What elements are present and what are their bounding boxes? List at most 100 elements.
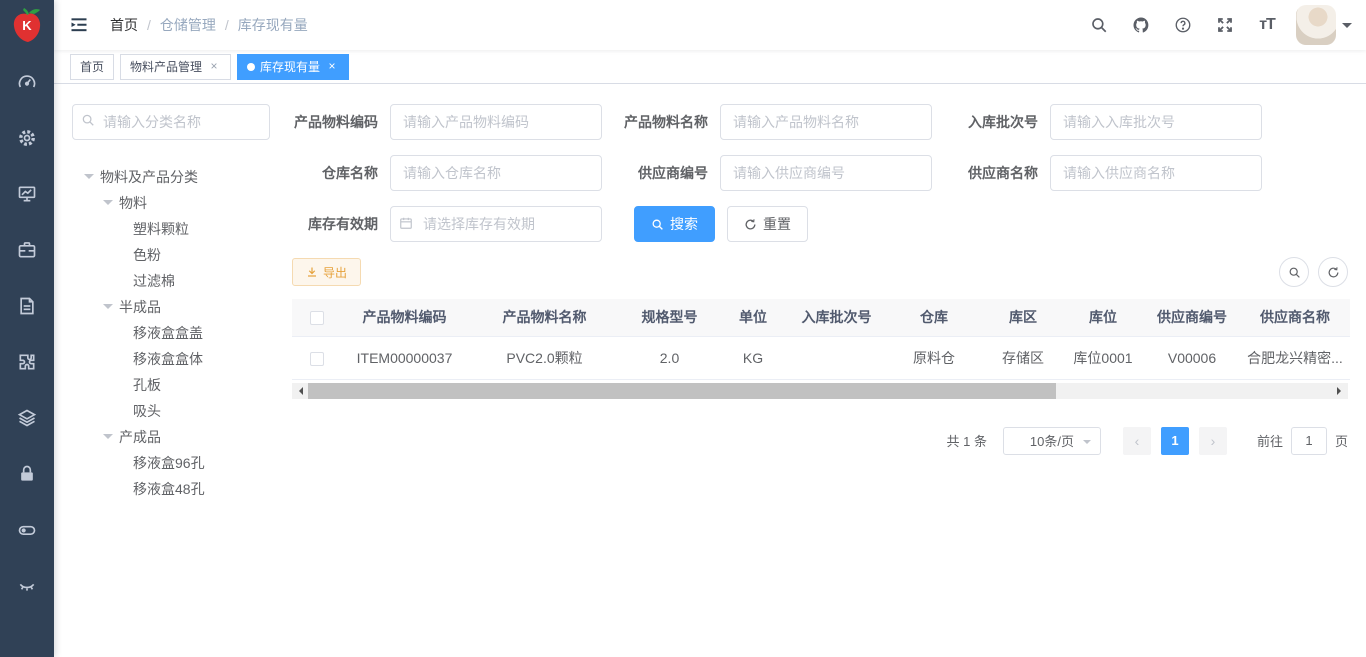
select-all-header bbox=[292, 299, 342, 336]
chevron-down-icon bbox=[1083, 440, 1091, 448]
sidebar-item-monitor[interactable] bbox=[0, 166, 54, 222]
breadcrumb-home[interactable]: 首页 bbox=[110, 15, 138, 35]
column-header: 供应商名称 bbox=[1240, 299, 1350, 336]
dashboard-gauge-icon bbox=[17, 72, 37, 92]
item-name-input[interactable] bbox=[720, 104, 932, 140]
column-header: 规格型号 bbox=[622, 299, 717, 336]
tree-node[interactable]: 移液盒48孔 bbox=[72, 476, 270, 502]
scrollbar-thumb[interactable] bbox=[308, 383, 1056, 399]
tree-node[interactable]: 半成品 bbox=[72, 294, 270, 320]
column-header: 供应商编号 bbox=[1144, 299, 1240, 336]
tab-inventory-onhand[interactable]: 库存现有量 × bbox=[237, 54, 349, 80]
export-button-label: 导出 bbox=[323, 264, 347, 281]
page-number-button[interactable]: 1 bbox=[1161, 427, 1189, 455]
search-button[interactable]: 搜索 bbox=[634, 206, 715, 242]
page-unit-label: 页 bbox=[1335, 431, 1348, 450]
page-size-value: 10条/页 bbox=[1030, 431, 1074, 450]
prev-page-button[interactable]: ‹ bbox=[1123, 427, 1151, 455]
github-link-button[interactable] bbox=[1124, 5, 1158, 45]
font-size-button[interactable]: тT bbox=[1250, 5, 1284, 45]
tree-node[interactable]: 孔板 bbox=[72, 372, 270, 398]
refresh-table-button[interactable] bbox=[1318, 257, 1348, 287]
navbar: 首页 / 仓储管理 / 库存现有量 bbox=[54, 0, 1366, 50]
tree-node-label: 吸头 bbox=[133, 401, 161, 421]
sidebar-item-security[interactable] bbox=[0, 446, 54, 502]
page-size-select[interactable]: 10条/页 bbox=[1003, 427, 1101, 455]
tree-node[interactable]: 物料 bbox=[72, 190, 270, 216]
tab-home[interactable]: 首页 bbox=[70, 54, 114, 80]
puzzle-icon bbox=[17, 352, 37, 372]
sidebar-item-dashboard[interactable] bbox=[0, 54, 54, 110]
goto-page-input[interactable] bbox=[1291, 427, 1327, 455]
warehouse-name-input[interactable] bbox=[390, 155, 602, 191]
row-checkbox[interactable] bbox=[310, 352, 324, 366]
category-search-input[interactable] bbox=[72, 104, 270, 140]
table-toolbar: 导出 bbox=[292, 257, 1348, 287]
expiry-date-input[interactable] bbox=[390, 206, 602, 242]
tree-node[interactable]: 产成品 bbox=[72, 424, 270, 450]
supplier-code-input[interactable] bbox=[720, 155, 932, 191]
sidebar-item-tools[interactable] bbox=[0, 222, 54, 278]
caret-down-icon[interactable] bbox=[84, 174, 94, 184]
close-icon[interactable]: × bbox=[207, 60, 221, 74]
close-icon[interactable]: × bbox=[325, 60, 339, 74]
search-button-label: 搜索 bbox=[670, 214, 698, 234]
sidebar-item-system[interactable] bbox=[0, 110, 54, 166]
caret-down-icon[interactable] bbox=[103, 304, 113, 314]
header-search-button[interactable] bbox=[1082, 5, 1116, 45]
caret-down-icon[interactable] bbox=[103, 200, 113, 210]
field-label: 入库批次号 bbox=[952, 112, 1050, 132]
horizontal-scrollbar[interactable] bbox=[292, 383, 1348, 399]
next-page-button[interactable]: › bbox=[1199, 427, 1227, 455]
strawberry-logo-icon: K bbox=[9, 6, 45, 44]
sidebar-item-layers[interactable] bbox=[0, 390, 54, 446]
supplier-name-input[interactable] bbox=[1050, 155, 1262, 191]
item-code-input[interactable] bbox=[390, 104, 602, 140]
cell-batch-no bbox=[789, 336, 884, 379]
avatar[interactable] bbox=[1296, 5, 1336, 45]
tree-node[interactable]: 色粉 bbox=[72, 242, 270, 268]
hamburger-icon bbox=[69, 15, 89, 35]
batch-no-input[interactable] bbox=[1050, 104, 1262, 140]
caret-down-icon[interactable] bbox=[103, 434, 113, 444]
github-icon bbox=[1132, 16, 1150, 34]
field-label: 库存有效期 bbox=[292, 214, 390, 234]
fullscreen-button[interactable] bbox=[1208, 5, 1242, 45]
scrollbar-track[interactable] bbox=[308, 383, 1332, 399]
cell-item-code: ITEM00000037 bbox=[342, 336, 467, 379]
search-icon bbox=[1288, 266, 1301, 279]
sidebar-item-hide[interactable] bbox=[0, 558, 54, 614]
help-button[interactable] bbox=[1166, 5, 1200, 45]
tree-node-label: 移液盒48孔 bbox=[133, 479, 205, 499]
tree-node-label: 移液盒盒盖 bbox=[133, 323, 203, 343]
document-icon bbox=[17, 296, 37, 316]
tree-node[interactable]: 过滤棉 bbox=[72, 268, 270, 294]
eye-closed-icon bbox=[17, 576, 37, 596]
gear-icon bbox=[17, 128, 37, 148]
tab-label: 首页 bbox=[80, 58, 104, 75]
app-logo[interactable]: K bbox=[0, 0, 54, 50]
tab-material-product[interactable]: 物料产品管理 × bbox=[120, 54, 231, 80]
sidebar-item-toggle[interactable] bbox=[0, 502, 54, 558]
inventory-panel: 产品物料编码 产品物料名称 入库批次号 bbox=[292, 104, 1348, 657]
category-tree: 物料及产品分类 物料 塑料颗粒 色粉 过滤棉 bbox=[72, 164, 270, 502]
sidebar-item-document[interactable] bbox=[0, 278, 54, 334]
tree-node[interactable]: 移液盒盒体 bbox=[72, 346, 270, 372]
scroll-left-arrow[interactable] bbox=[292, 383, 308, 399]
toggle-search-button[interactable] bbox=[1279, 257, 1309, 287]
form-item-supplier-name: 供应商名称 bbox=[952, 155, 1262, 191]
export-button[interactable]: 导出 bbox=[292, 258, 361, 286]
scroll-right-arrow[interactable] bbox=[1332, 383, 1348, 399]
sidebar-item-plugin[interactable] bbox=[0, 334, 54, 390]
reset-button[interactable]: 重置 bbox=[727, 206, 808, 242]
tree-node[interactable]: 吸头 bbox=[72, 398, 270, 424]
table-row[interactable]: ITEM00000037 PVC2.0颗粒 2.0 KG 原料仓 存储区 库位0… bbox=[292, 336, 1350, 379]
select-all-checkbox[interactable] bbox=[310, 311, 324, 325]
tree-node[interactable]: 移液盒96孔 bbox=[72, 450, 270, 476]
tree-node[interactable]: 塑料颗粒 bbox=[72, 216, 270, 242]
hamburger-toggle-button[interactable] bbox=[54, 0, 104, 50]
tree-node[interactable]: 移液盒盒盖 bbox=[72, 320, 270, 346]
tree-node-label: 移液盒盒体 bbox=[133, 349, 203, 369]
tree-node[interactable]: 物料及产品分类 bbox=[72, 164, 270, 190]
user-menu[interactable] bbox=[1296, 5, 1352, 45]
